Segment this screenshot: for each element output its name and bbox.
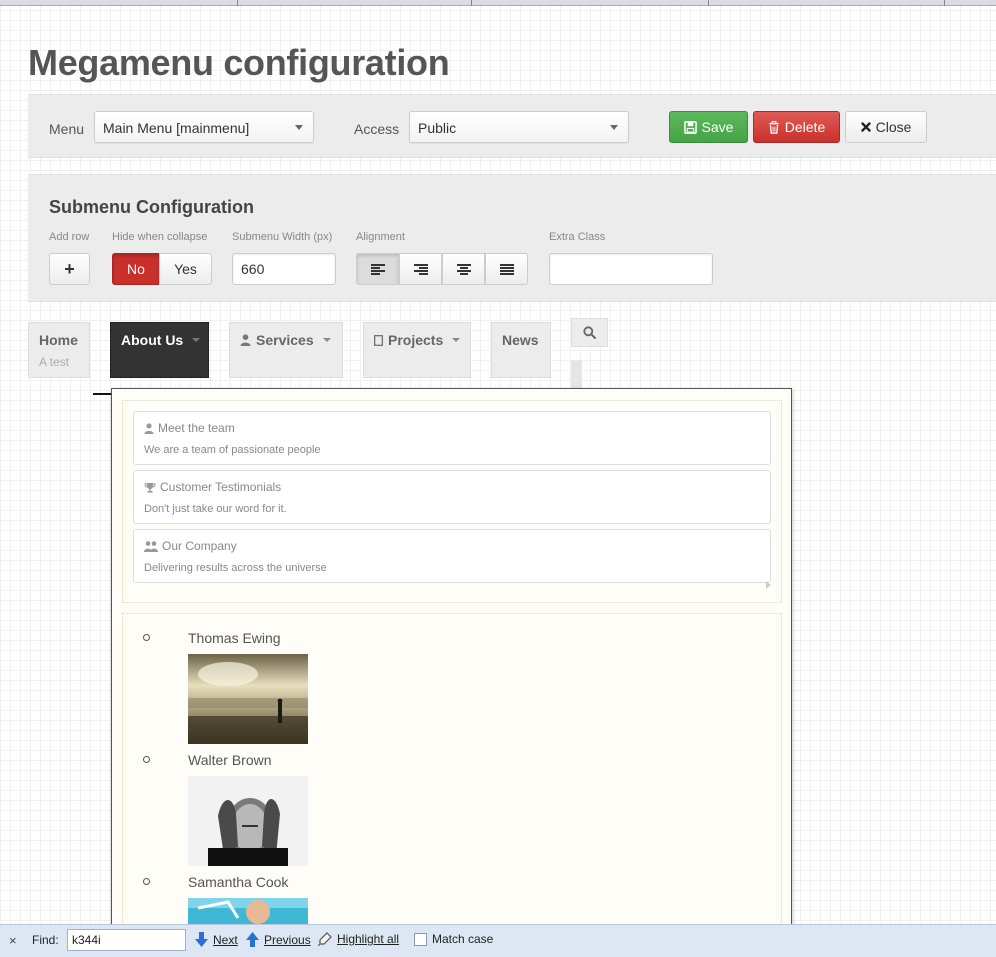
nav-card-desc: Don't just take our word for it. xyxy=(144,503,287,515)
find-label: Find: xyxy=(32,933,59,947)
megamenu-column-people[interactable]: Thomas Ewing Walter Brown Samantha Cook xyxy=(122,613,782,957)
chevron-down-icon xyxy=(610,125,618,130)
menu-select[interactable]: Main Menu [mainmenu] xyxy=(94,111,314,143)
trash-icon xyxy=(769,120,779,134)
search-icon xyxy=(583,326,596,339)
list-bullet xyxy=(143,756,150,763)
submenu-title: Submenu Configuration xyxy=(49,197,254,217)
alignment-label: Alignment xyxy=(356,231,405,243)
hide-collapse-no-toggle[interactable]: No xyxy=(112,253,160,285)
menu-item-news[interactable]: News xyxy=(491,322,551,378)
nav-card-meet-the-team[interactable]: Meet the team We are a team of passionat… xyxy=(133,411,771,465)
floppy-disk-icon xyxy=(683,120,697,134)
menu-search-button[interactable] xyxy=(571,318,608,347)
close-icon xyxy=(860,122,871,132)
close-button[interactable]: Close xyxy=(845,111,927,143)
megamenu-column-links[interactable]: Meet the team We are a team of passionat… xyxy=(122,400,782,603)
caret-down-icon xyxy=(192,338,201,342)
nav-card-desc: We are a team of passionate people xyxy=(144,444,321,456)
submenu-width-input[interactable]: 660 xyxy=(232,253,336,285)
checkbox-icon xyxy=(414,932,427,946)
nav-card-title: Customer Testimonials xyxy=(160,480,282,494)
match-case-checkbox[interactable]: Match case xyxy=(414,932,493,946)
person-name[interactable]: Thomas Ewing xyxy=(188,630,281,646)
menu-item-label: Projects xyxy=(388,332,444,348)
menu-item-label: Home xyxy=(39,332,78,348)
user-icon xyxy=(144,422,154,434)
find-bar: × Find: k344i Next Previous Highlight al… xyxy=(0,924,996,957)
align-justify-icon xyxy=(499,263,514,275)
browser-tab-strip xyxy=(0,0,996,6)
caret-down-icon xyxy=(322,338,331,342)
highlight-all-label: Highlight all xyxy=(337,932,400,946)
menu-item-projects[interactable]: Projects xyxy=(363,322,471,378)
extra-class-label: Extra Class xyxy=(549,231,606,243)
find-next-label: Next xyxy=(213,932,238,947)
hide-collapse-label: Hide when collapse xyxy=(112,231,208,243)
menu-item-home[interactable]: Home A test xyxy=(28,322,90,378)
align-left-icon xyxy=(370,263,385,275)
menu-item-label: About Us xyxy=(121,332,184,348)
menu-item-services[interactable]: Services xyxy=(229,322,343,378)
users-icon xyxy=(144,540,158,552)
delete-button-label: Delete xyxy=(784,119,826,135)
align-right-button[interactable] xyxy=(399,253,442,285)
find-next-button[interactable]: Next xyxy=(195,932,238,947)
list-bullet xyxy=(143,634,150,641)
megamenu-dropdown: Meet the team We are a team of passionat… xyxy=(111,388,792,957)
nav-card-our-company[interactable]: Our Company Delivering results across th… xyxy=(133,529,771,583)
menu-item-label: News xyxy=(502,332,539,348)
add-row-button[interactable]: + xyxy=(49,253,90,285)
match-case-label: Match case xyxy=(432,932,494,946)
portrait-photo xyxy=(188,776,308,866)
nav-card-customer-testimonials[interactable]: Customer Testimonials Don't just take ou… xyxy=(133,470,771,524)
person-name[interactable]: Samantha Cook xyxy=(188,874,288,890)
align-left-button[interactable] xyxy=(356,253,399,285)
menu-item-label: Services xyxy=(256,332,314,348)
nav-card-title: Meet the team xyxy=(158,421,235,435)
beach-photo xyxy=(188,654,308,744)
highlighter-icon xyxy=(318,932,332,946)
delete-button[interactable]: Delete xyxy=(753,111,840,143)
submenu-configuration-panel: Submenu Configuration Add row Hide when … xyxy=(28,174,996,302)
find-previous-label: Previous xyxy=(264,932,311,947)
list-bullet xyxy=(143,878,150,885)
align-center-icon xyxy=(456,263,471,275)
menu-item-about-us[interactable]: About Us xyxy=(110,322,209,378)
save-button-label: Save xyxy=(701,119,734,135)
find-input[interactable]: k344i xyxy=(67,929,186,951)
menu-item-subtitle: A test xyxy=(39,355,70,369)
add-row-label: Add row xyxy=(49,231,90,243)
user-icon xyxy=(240,334,251,346)
access-select[interactable]: Public xyxy=(409,111,629,143)
access-select-value: Public xyxy=(418,120,457,136)
menu-toolbar: Menu Main Menu [mainmenu] Access Public … xyxy=(28,94,996,158)
align-right-icon xyxy=(413,263,428,275)
extra-class-input[interactable] xyxy=(549,253,713,285)
access-label: Access xyxy=(354,121,400,137)
page-title: Megamenu configuration xyxy=(28,42,450,83)
nav-card-desc: Delivering results across the universe xyxy=(144,562,327,574)
trophy-icon xyxy=(144,482,156,493)
submenu-width-label: Submenu Width (px) xyxy=(232,231,333,243)
chevron-down-icon xyxy=(295,125,303,130)
arrow-down-icon xyxy=(195,932,208,947)
caret-down-icon xyxy=(452,338,461,342)
align-justify-button[interactable] xyxy=(485,253,528,285)
close-button-label: Close xyxy=(875,119,912,135)
close-icon[interactable]: × xyxy=(9,933,17,948)
find-previous-button[interactable]: Previous xyxy=(246,932,311,947)
align-center-button[interactable] xyxy=(442,253,485,285)
menu-select-value: Main Menu [mainmenu] xyxy=(103,120,250,136)
menu-label: Menu xyxy=(49,121,85,137)
nav-card-title: Our Company xyxy=(162,539,237,553)
search-dropdown-stub xyxy=(571,360,582,388)
hide-collapse-yes-toggle[interactable]: Yes xyxy=(159,253,212,285)
highlight-all-button[interactable]: Highlight all xyxy=(318,932,399,946)
save-button[interactable]: Save xyxy=(669,111,748,143)
person-name[interactable]: Walter Brown xyxy=(188,752,272,768)
caret-right-icon xyxy=(766,581,771,589)
file-icon xyxy=(374,334,383,346)
arrow-up-icon xyxy=(246,932,259,947)
